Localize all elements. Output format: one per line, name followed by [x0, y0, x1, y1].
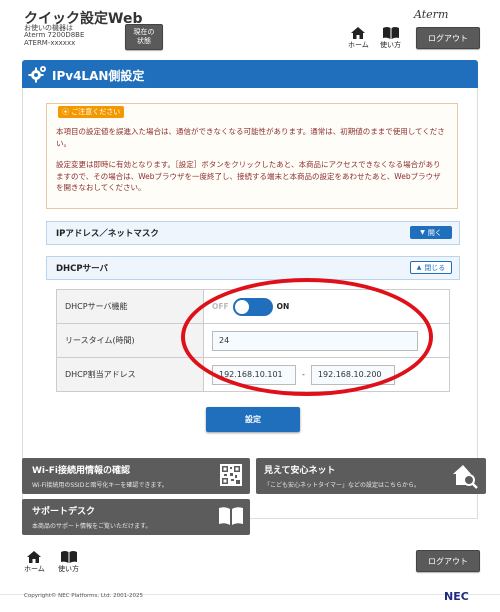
nec-logo: NEC: [444, 590, 469, 603]
caution-badge-label: ご注意ください: [71, 108, 121, 116]
wifi-card-desc: Wi-Fi接続用のSSIDと暗号化キーを確認できます。: [32, 482, 168, 489]
table-row: リースタイム(時間) 24: [56, 323, 450, 358]
aterm-logo: Aterm: [414, 8, 449, 21]
wifi-card-title: Wi-Fi接続用情報の確認: [32, 466, 130, 476]
dhcp-range-label: DHCP割当アドレス: [56, 357, 204, 392]
open-button-label: 開く: [427, 228, 442, 237]
logout-button-bottom[interactable]: ログアウト: [416, 550, 480, 572]
safety-card-title: 見えて安心ネット: [264, 466, 336, 476]
home-label: ホーム: [348, 41, 369, 49]
device-id: ATERM-xxxxxx: [24, 39, 76, 47]
chevron-up-icon: ▲: [416, 264, 422, 271]
support-desk-card[interactable]: サポートデスク 本商品のサポート情報をご覧いただけます。: [22, 499, 250, 535]
dhcp-range-cell: 192.168.10.101 - 192.168.10.200: [203, 357, 450, 392]
dhcp-section-label: DHCPサーバ: [56, 264, 109, 274]
lease-time-cell: 24: [203, 323, 450, 358]
book-icon: [382, 27, 399, 39]
howto-label: 使い方: [380, 41, 401, 49]
howto-nav[interactable]: 使い方: [380, 26, 401, 50]
dhcp-server-toggle[interactable]: OFF ON: [212, 297, 290, 316]
home-search-icon: [453, 465, 478, 489]
table-row: DHCP割当アドレス 192.168.10.101 - 192.168.10.2…: [56, 357, 450, 392]
dhcp-server-cell: OFF ON: [203, 289, 450, 324]
toggle-knob: [234, 299, 249, 314]
toggle-on-text: ON: [276, 302, 290, 311]
howto-nav-bottom[interactable]: 使い方: [58, 550, 79, 574]
home-icon: [27, 551, 42, 563]
table-row: DHCPサーバ機能 OFF ON: [56, 289, 450, 324]
support-card-desc: 本商品のサポート情報をご覧いただけます。: [32, 523, 152, 530]
gear-icon: [28, 66, 46, 83]
device-model: Aterm 7200D8BE: [24, 31, 85, 39]
range-start-input[interactable]: 192.168.10.101: [212, 364, 296, 385]
caution-text-2: 設定変更は即時に有効となります。［設定］ボタンをクリックしたあと、本商品にアクセ…: [56, 160, 441, 192]
book-icon: [219, 507, 243, 525]
chevron-down-icon: ▼: [420, 229, 425, 236]
home-label: ホーム: [24, 565, 45, 573]
book-icon: [60, 551, 77, 563]
range-end-input[interactable]: 192.168.10.200: [310, 364, 395, 385]
toggle-switch[interactable]: [232, 297, 273, 316]
logout-button-top[interactable]: ログアウト: [416, 27, 480, 49]
range-separator: -: [302, 370, 305, 379]
safety-card-desc: 「こども安心ネットタイマー」などの設定はこちらから。: [264, 482, 421, 489]
qr-code-icon: [220, 464, 242, 486]
home-icon: [351, 27, 366, 39]
ip-section-label: IPアドレス／ネットマスク: [56, 229, 159, 239]
lease-time-input[interactable]: 24: [212, 330, 418, 351]
home-nav[interactable]: ホーム: [348, 26, 369, 50]
current-status-button[interactable]: 現在の 状態: [125, 24, 163, 50]
toggle-off-text: OFF: [212, 302, 229, 311]
status-button-line1: 現在の: [133, 28, 155, 36]
dhcp-server-label: DHCPサーバ機能: [56, 289, 204, 324]
caution-text-1: 本項目の設定値を誤進入た場合は、通信ができなくなる可能性があります。通常は、初期…: [56, 127, 445, 148]
wifi-info-card[interactable]: Wi-Fi接続用情報の確認 Wi-Fi接続用のSSIDと暗号化キーを確認できます…: [22, 458, 250, 494]
dhcp-section-header[interactable]: [46, 256, 460, 280]
support-card-title: サポートデスク: [32, 507, 96, 517]
close-button-label: 閉じる: [424, 263, 446, 272]
page-title: IPv4LAN側設定: [52, 69, 145, 83]
submit-button[interactable]: 設定: [206, 407, 300, 432]
status-button-line2: 状態: [137, 37, 151, 45]
dhcp-settings-table: DHCPサーバ機能 OFF ON リースタイム(時間) 24 DHCP割当アドレ…: [56, 289, 450, 392]
caution-icon: ⦿: [62, 108, 72, 116]
copyright-text: Copyright© NEC Platforms, Ltd. 2001-2025: [24, 593, 144, 599]
home-nav-bottom[interactable]: ホーム: [24, 550, 45, 574]
howto-label: 使い方: [58, 565, 79, 573]
open-button[interactable]: ▼ 開く: [410, 226, 452, 239]
caution-badge: ⦿ ご注意ください: [58, 106, 125, 118]
close-button[interactable]: ▲ 閉じる: [410, 261, 452, 274]
safety-net-card[interactable]: 見えて安心ネット 「こども安心ネットタイマー」などの設定はこちらから。: [256, 458, 486, 494]
dhcp-range-group: 192.168.10.101 - 192.168.10.200: [212, 364, 441, 385]
lease-time-label: リースタイム(時間): [56, 323, 204, 358]
